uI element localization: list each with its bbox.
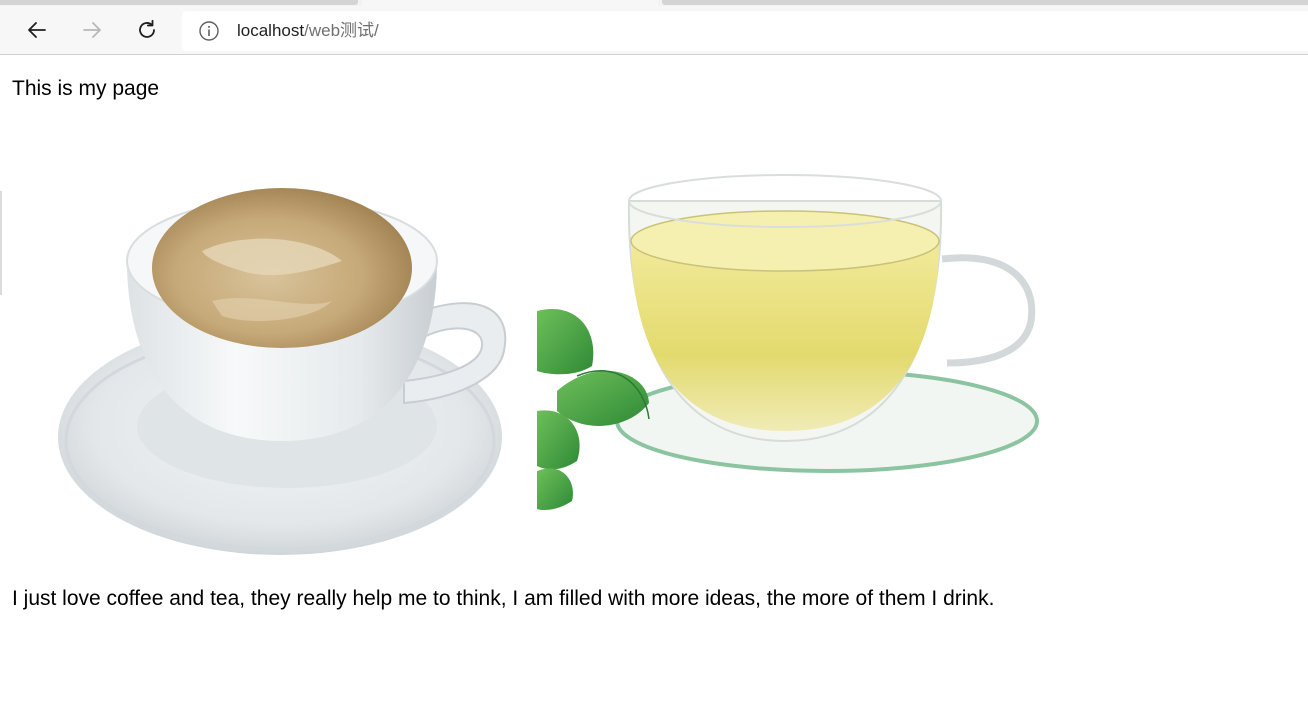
background-tab[interactable] [662,0,1308,5]
background-tab[interactable] [0,0,358,5]
page-paragraph: I just love coffee and tea, they really … [12,587,995,610]
coffee-cup-image [58,188,507,555]
reload-button[interactable] [129,12,165,48]
address-host: localhost [237,21,305,40]
back-button[interactable] [19,12,55,48]
info-icon[interactable] [198,20,220,42]
browser-toolbar: localhost/web测试/ [0,6,1308,55]
page-heading: This is my page [12,77,160,100]
reload-icon [139,19,155,38]
page-viewport: This is my page I just love coffee and t… [0,55,1308,720]
scroll-edge [0,191,2,295]
address-url[interactable]: localhost/web测试/ [237,21,379,41]
arrow-left-icon [28,22,46,38]
arrow-right-icon [83,22,101,38]
address-path: /web测试/ [304,21,379,40]
forward-button[interactable] [74,12,110,48]
tea-cup-image [537,141,1063,559]
address-bar[interactable]: localhost/web测试/ [182,11,1308,51]
